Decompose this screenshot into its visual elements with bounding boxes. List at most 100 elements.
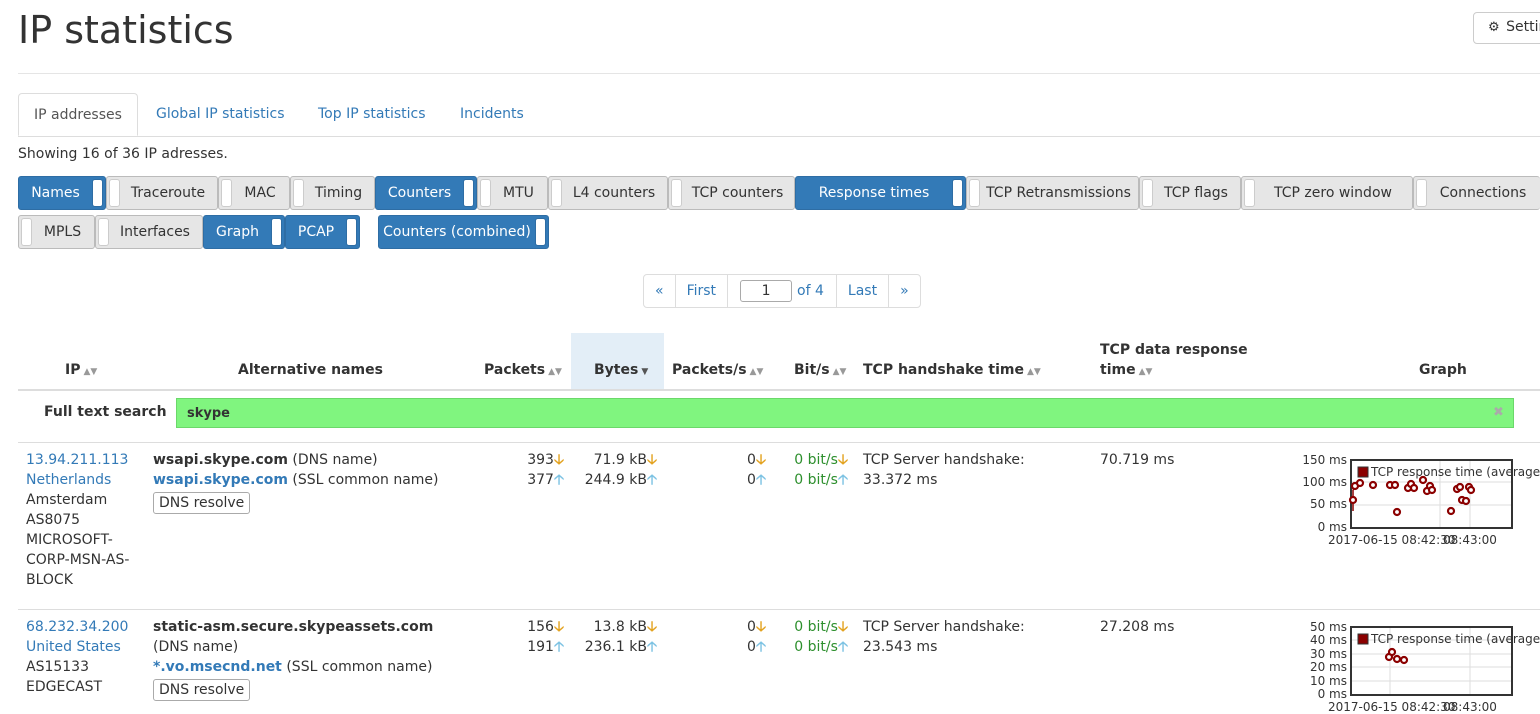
y-tick: 0 ms xyxy=(1318,520,1347,534)
tab-top-ip-statistics[interactable]: Top IP statistics xyxy=(303,93,441,135)
col-tcp-data-response-1[interactable]: TCP data response xyxy=(1100,342,1248,358)
col-resp-label: time xyxy=(1100,362,1136,378)
bytes-in: 71.9 kB xyxy=(593,452,647,468)
dns-resolve-button[interactable]: DNS resolve xyxy=(153,679,251,701)
toggle-tcp-flags[interactable]: TCP flags xyxy=(1139,176,1241,210)
bytes-in: 13.8 kB xyxy=(593,619,647,635)
page-number-input[interactable] xyxy=(740,280,793,302)
toggle-mtu[interactable]: MTU xyxy=(477,176,548,210)
response-time: 27.208 ms xyxy=(1100,619,1175,635)
toggle-l4-counters[interactable]: L4 counters xyxy=(548,176,668,210)
pagination: « First of 4 Last » xyxy=(643,274,921,308)
packets-cell: 393🡣 377🡡 xyxy=(500,450,564,490)
toggle-counters[interactable]: Counters xyxy=(375,176,477,210)
col-tcp-handshake[interactable]: TCP handshake time ▲▼ xyxy=(863,362,1041,378)
toggle-graph[interactable]: Graph xyxy=(203,215,285,249)
dns-name-type: (DNS name) xyxy=(292,452,378,468)
col-ip-label: IP xyxy=(65,362,81,378)
header-divider xyxy=(18,73,1540,74)
x-tick: 2017-06-15 08:42:30 xyxy=(1328,700,1455,714)
toggle-knob xyxy=(969,179,980,207)
toggle-response-times[interactable]: Response times xyxy=(795,176,966,210)
toggle-interfaces[interactable]: Interfaces xyxy=(95,215,203,249)
pager-last[interactable]: Last xyxy=(837,275,890,307)
toggle-label: Counters (combined) xyxy=(383,224,531,240)
toggle-label: Response times xyxy=(818,185,930,201)
bytes-out: 236.1 kB xyxy=(584,639,647,655)
ssl-name-type: (SSL common name) xyxy=(292,472,439,488)
toggle-knob xyxy=(551,179,562,207)
handshake-label: TCP Server handshake: xyxy=(863,452,1025,468)
toggle-tcp-zero-window[interactable]: TCP zero window xyxy=(1241,176,1413,210)
gear-icon: ⚙ xyxy=(1488,20,1500,35)
toggle-tcp-counters[interactable]: TCP counters xyxy=(668,176,795,210)
settings-button[interactable]: ⚙ Settings xyxy=(1473,12,1540,44)
toggle-knob xyxy=(271,218,282,246)
bps-cell: 0 bit/s🡣 0 bit/s🡡 xyxy=(770,450,848,490)
packets-in: 393 xyxy=(527,452,554,468)
page-title: IP statistics xyxy=(18,8,234,52)
series-point xyxy=(1368,480,1378,490)
sort-icon: ▲▼ xyxy=(832,367,847,377)
sort-icon: ▲▼ xyxy=(749,367,764,377)
sort-icon: ▲▼ xyxy=(83,367,98,377)
tab-incidents[interactable]: Incidents xyxy=(445,93,539,135)
ssl-name-link[interactable]: wsapi.skype.com xyxy=(153,472,288,488)
toggle-pcap[interactable]: PCAP xyxy=(285,215,360,249)
bytes-cell: 71.9 kB🡣 244.9 kB🡡 xyxy=(564,450,657,490)
sort-icon: ▲▼ xyxy=(1027,367,1041,377)
pps-in: 0 xyxy=(747,452,756,468)
toggle-knob xyxy=(1244,179,1255,207)
series-point xyxy=(1392,654,1402,664)
toggle-label: TCP counters xyxy=(691,185,784,201)
col-packets[interactable]: Packets ▲▼ xyxy=(484,362,562,378)
legend-label: TCP response time (average) xyxy=(1370,465,1540,479)
arrow-down-icon: 🡣 xyxy=(553,619,564,635)
toggle-counters-combined[interactable]: Counters (combined) xyxy=(378,215,549,249)
arrow-up-icon: 🡡 xyxy=(553,639,564,655)
col-ip[interactable]: IP ▲▼ xyxy=(65,362,97,378)
series-point xyxy=(1409,483,1419,493)
search-input[interactable] xyxy=(176,398,1514,428)
ssl-name-link[interactable]: *.vo.msecnd.net xyxy=(153,659,282,675)
pager-of: of 4 xyxy=(797,283,824,299)
pps-out: 0 xyxy=(747,639,756,655)
toggle-traceroute[interactable]: Traceroute xyxy=(106,176,218,210)
country-link[interactable]: United States xyxy=(26,637,128,657)
dns-resolve-button[interactable]: DNS resolve xyxy=(153,492,251,514)
response-time-graph: 50 ms 40 ms 30 ms 20 ms 10 ms 0 ms 2017-… xyxy=(1310,620,1540,714)
col-tcp-data-response-2[interactable]: time ▲▼ xyxy=(1100,362,1152,378)
toggle-knob xyxy=(480,179,491,207)
pager-first[interactable]: First xyxy=(676,275,729,307)
pager-prev[interactable]: « xyxy=(644,275,676,307)
col-bits-per-sec[interactable]: Bit/s ▲▼ xyxy=(794,362,846,378)
col-bytes[interactable]: Bytes ▼ xyxy=(594,362,648,378)
toggle-label: MTU xyxy=(503,185,534,201)
toggle-connections[interactable]: Connections xyxy=(1413,176,1540,210)
sort-icon: ▲▼ xyxy=(1138,367,1153,377)
ip-link[interactable]: 68.232.34.200 xyxy=(26,617,128,637)
x-tick: 08:43:00 xyxy=(1443,533,1497,547)
country-link[interactable]: Netherlands xyxy=(26,470,129,490)
response-time-graph: 150 ms 100 ms 50 ms 0 ms 2017-06-15 08:4… xyxy=(1302,453,1540,547)
pager-next[interactable]: » xyxy=(889,275,920,307)
close-icon[interactable]: ✖ xyxy=(1493,405,1504,420)
arrow-down-icon: 🡣 xyxy=(755,619,766,635)
toggle-mac[interactable]: MAC xyxy=(218,176,290,210)
arrow-up-icon: 🡡 xyxy=(646,639,657,655)
bps-cell: 0 bit/s🡣 0 bit/s🡡 xyxy=(770,617,848,657)
ip-link[interactable]: 13.94.211.113 xyxy=(26,450,129,470)
toggle-mpls[interactable]: MPLS xyxy=(18,215,95,249)
tab-global-ip-statistics[interactable]: Global IP statistics xyxy=(141,93,300,135)
col-packets-per-sec[interactable]: Packets/s ▲▼ xyxy=(672,362,763,378)
packets-in: 156 xyxy=(527,619,554,635)
toggle-timing[interactable]: Timing xyxy=(290,176,375,210)
toggle-knob xyxy=(1416,179,1427,207)
handshake-value: 33.372 ms xyxy=(863,472,938,488)
dns-name-type: (DNS name) xyxy=(153,639,239,655)
tab-ip-addresses[interactable]: IP addresses xyxy=(18,93,138,136)
toggle-knob xyxy=(293,179,304,207)
toggle-tcp-retransmissions[interactable]: TCP Retransmissions xyxy=(966,176,1139,210)
toggle-names[interactable]: Names xyxy=(18,176,106,210)
toggle-knob xyxy=(21,218,32,246)
